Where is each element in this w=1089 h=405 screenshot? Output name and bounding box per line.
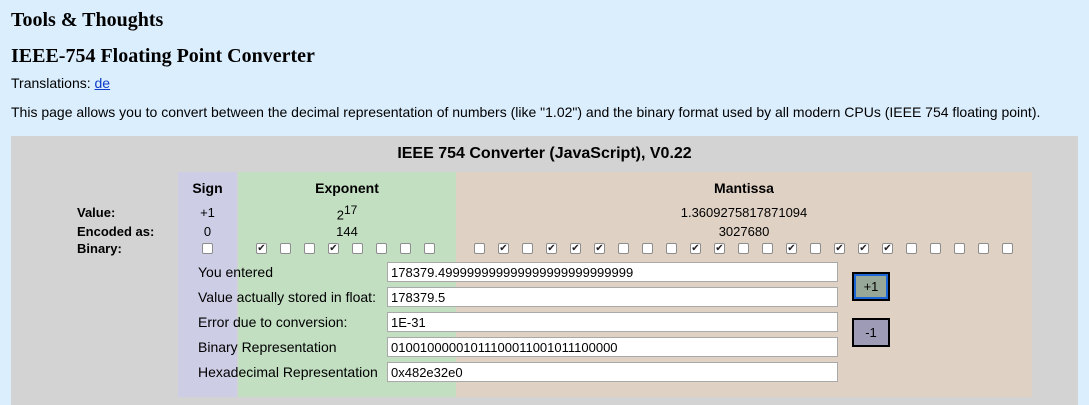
converter-title: IEEE 754 Converter (JavaScript), V0.22 bbox=[397, 145, 692, 162]
bit-checkbox-10[interactable]: ✔ bbox=[498, 243, 509, 254]
exponent-encoded: 144 bbox=[336, 224, 358, 239]
decrement-button[interactable]: -1 bbox=[852, 318, 890, 347]
exponent-value: 217 bbox=[238, 203, 456, 222]
bit-checkbox-20[interactable] bbox=[738, 243, 749, 254]
bit-checkbox-14[interactable]: ✔ bbox=[594, 243, 605, 254]
bit-checkbox-9[interactable] bbox=[474, 243, 485, 254]
bit-checkbox-13[interactable]: ✔ bbox=[570, 243, 581, 254]
translations-label: Translations: bbox=[11, 75, 95, 91]
conversion-error-field[interactable] bbox=[387, 312, 838, 332]
bit-checkbox-31[interactable] bbox=[1002, 243, 1013, 254]
exponent-power: 17 bbox=[343, 203, 358, 217]
bit-checkbox-8[interactable] bbox=[424, 243, 435, 254]
bit-checkbox-3[interactable] bbox=[304, 243, 315, 254]
bit-checkbox-4[interactable]: ✔ bbox=[328, 243, 339, 254]
bit-checkbox-0[interactable] bbox=[202, 243, 213, 254]
increment-button[interactable]: +1 bbox=[852, 272, 890, 301]
conversion-error-label: Error due to conversion: bbox=[198, 314, 348, 330]
mantissa-encoded: 3027680 bbox=[718, 224, 770, 239]
bit-checkbox-16[interactable] bbox=[642, 243, 653, 254]
bit-checkbox-15[interactable] bbox=[618, 243, 629, 254]
bit-checkbox-21[interactable] bbox=[762, 243, 773, 254]
value-row-label: Value: bbox=[77, 205, 116, 220]
converter-panel: IEEE 754 Converter (JavaScript), V0.22 S… bbox=[11, 136, 1078, 405]
mantissa-value: 1.3609275817871094 bbox=[680, 205, 808, 220]
encoded-row-label: Encoded as: bbox=[77, 224, 155, 239]
binary-representation-label: Binary Representation bbox=[198, 339, 337, 355]
binary-row-label: Binary: bbox=[77, 241, 122, 256]
hex-representation-label: Hexadecimal Representation bbox=[198, 364, 378, 380]
mantissa-header: Mantissa bbox=[714, 180, 774, 196]
stored-value-field[interactable] bbox=[387, 287, 838, 307]
page-title: IEEE-754 Floating Point Converter bbox=[11, 45, 315, 67]
intro-text: This page allows you to convert between … bbox=[11, 104, 1041, 120]
bit-checkbox-11[interactable] bbox=[522, 243, 533, 254]
stored-value-label: Value actually stored in float: bbox=[198, 289, 376, 305]
translations: Translations: de bbox=[11, 75, 110, 91]
bit-checkbox-12[interactable]: ✔ bbox=[546, 243, 557, 254]
bit-checkbox-27[interactable] bbox=[906, 243, 917, 254]
bit-checkbox-1[interactable]: ✔ bbox=[256, 243, 267, 254]
bit-checkbox-28[interactable] bbox=[930, 243, 941, 254]
bit-checkbox-2[interactable] bbox=[280, 243, 291, 254]
bit-checkbox-29[interactable] bbox=[954, 243, 965, 254]
bit-checkbox-23[interactable] bbox=[810, 243, 821, 254]
you-entered-label: You entered bbox=[198, 264, 273, 280]
bit-checkbox-25[interactable]: ✔ bbox=[858, 243, 869, 254]
bit-checkbox-17[interactable] bbox=[666, 243, 677, 254]
exponent-base: 2 bbox=[336, 207, 344, 223]
sign-encoded: 0 bbox=[203, 224, 212, 239]
translation-link-de[interactable]: de bbox=[95, 75, 111, 91]
bit-checkbox-24[interactable]: ✔ bbox=[834, 243, 845, 254]
bit-checkbox-26[interactable]: ✔ bbox=[882, 243, 893, 254]
bit-checkbox-19[interactable]: ✔ bbox=[714, 243, 725, 254]
binary-representation-field[interactable] bbox=[387, 337, 838, 357]
bit-checkbox-5[interactable] bbox=[352, 243, 363, 254]
site-title: Tools & Thoughts bbox=[11, 9, 164, 31]
hex-representation-field[interactable] bbox=[387, 362, 838, 382]
bit-checkbox-7[interactable] bbox=[400, 243, 411, 254]
sign-value: +1 bbox=[200, 205, 215, 220]
bit-checkbox-6[interactable] bbox=[376, 243, 387, 254]
exponent-header: Exponent bbox=[315, 180, 379, 196]
sign-header: Sign bbox=[192, 180, 223, 196]
you-entered-input[interactable] bbox=[387, 262, 838, 282]
bit-checkbox-30[interactable] bbox=[978, 243, 989, 254]
bit-checkbox-18[interactable]: ✔ bbox=[690, 243, 701, 254]
bit-checkbox-22[interactable]: ✔ bbox=[786, 243, 797, 254]
